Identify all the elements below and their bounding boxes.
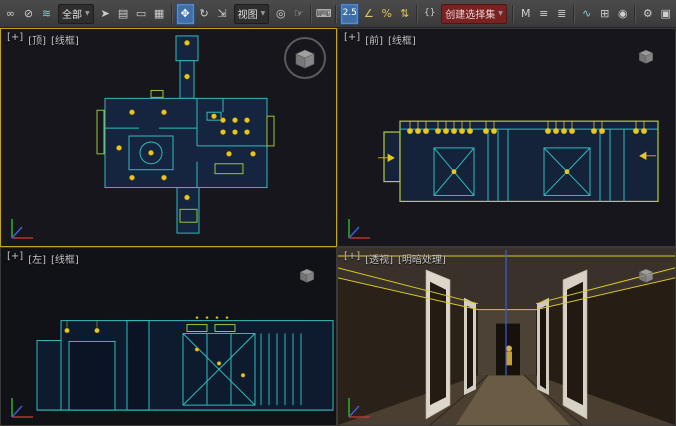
axis-tripod-icon — [342, 214, 376, 244]
viewport-label-bar: [+] [顶] [线框] — [7, 32, 79, 47]
mirror-icon[interactable]: M — [517, 4, 534, 24]
chevron-down-icon: ▼ — [85, 10, 90, 17]
viewport-label-bar: [+] [透视] [明暗处理] — [344, 251, 446, 266]
3d-app-window: ∞ ⊘ ≋ 全部 ▼ ➤ ▤ ▭ ▦ ✥ ↻ ⇲ 视图 ▼ ◎ ☞ ⌨ 2.5 … — [0, 0, 676, 425]
toolbar-separator — [634, 5, 636, 23]
select-object-icon[interactable]: ➤ — [97, 4, 114, 24]
spinner-snap-icon[interactable]: ⇅ — [396, 4, 413, 24]
selection-filter-dropdown[interactable]: 全部 ▼ — [58, 4, 94, 24]
snap-toggle-icon[interactable]: 2.5 — [340, 3, 359, 25]
front-view-wireframe-canvas[interactable] — [338, 29, 675, 246]
unlink-selection-icon[interactable]: ⊘ — [20, 4, 37, 24]
viewport-shading-label[interactable]: [线框] — [51, 251, 79, 266]
viewport-view-label[interactable]: [顶] — [28, 32, 46, 47]
viewport-menu-button[interactable]: [+] — [344, 32, 360, 47]
axis-tripod-icon — [5, 214, 39, 244]
viewport-view-label[interactable]: [前] — [365, 32, 383, 47]
viewport-menu-button[interactable]: [+] — [7, 32, 23, 47]
toolbar-separator — [512, 5, 514, 23]
toolbar-separator — [335, 5, 337, 23]
window-crossing-icon[interactable]: ▦ — [151, 4, 168, 24]
viewcube[interactable] — [629, 39, 663, 73]
curve-editor-icon[interactable]: ∿ — [578, 4, 595, 24]
reference-coordinate-dropdown[interactable]: 视图 ▼ — [234, 4, 270, 24]
reference-coordinate-value: 视图 — [238, 6, 258, 21]
select-and-scale-icon[interactable]: ⇲ — [214, 4, 231, 24]
perspective-shaded-canvas[interactable] — [338, 248, 675, 425]
align-icon[interactable]: ≡ — [535, 4, 552, 24]
selection-region-icon[interactable]: ▭ — [133, 4, 150, 24]
select-and-manipulate-icon[interactable]: ☞ — [290, 4, 307, 24]
viewport-grid: [+] [顶] [线框] — [0, 28, 676, 426]
viewcube[interactable] — [282, 35, 328, 81]
viewport-menu-button[interactable]: [+] — [7, 251, 23, 266]
toolbar-separator — [171, 5, 173, 23]
main-toolbar: ∞ ⊘ ≋ 全部 ▼ ➤ ▤ ▭ ▦ ✥ ↻ ⇲ 视图 ▼ ◎ ☞ ⌨ 2.5 … — [0, 0, 676, 28]
render-setup-icon[interactable]: ⚙ — [639, 4, 656, 24]
rendered-frame-window-icon[interactable]: ▣ — [657, 4, 674, 24]
select-and-move-icon[interactable]: ✥ — [176, 3, 195, 25]
viewcube[interactable] — [629, 258, 663, 292]
viewport-label-bar: [+] [前] [线框] — [344, 32, 416, 47]
percent-snap-icon[interactable]: % — [378, 4, 395, 24]
edit-named-selections-icon[interactable]: {} — [421, 4, 438, 24]
selection-filter-value: 全部 — [62, 6, 82, 21]
viewcube[interactable] — [290, 258, 324, 292]
toolbar-separator — [416, 5, 418, 23]
viewport-left-view[interactable]: [+] [左] [线框] — [0, 247, 337, 426]
layer-manager-icon[interactable]: ≣ — [553, 4, 570, 24]
toolbar-separator — [310, 5, 312, 23]
chevron-down-icon: ▼ — [498, 10, 503, 17]
viewport-view-label[interactable]: [透视] — [365, 251, 393, 266]
viewport-shading-label[interactable]: [线框] — [51, 32, 79, 47]
viewport-front-view[interactable]: [+] [前] [线框] — [337, 28, 676, 247]
left-view-wireframe-canvas[interactable] — [1, 248, 336, 425]
bind-to-space-warp-icon[interactable]: ≋ — [38, 4, 55, 24]
use-pivot-center-icon[interactable]: ◎ — [272, 4, 289, 24]
viewport-top-view[interactable]: [+] [顶] [线框] — [0, 28, 337, 247]
toolbar-separator — [573, 5, 575, 23]
viewport-shading-label[interactable]: [明暗处理] — [398, 251, 446, 266]
select-and-link-icon[interactable]: ∞ — [2, 4, 19, 24]
named-selection-dropdown[interactable]: 创建选择集 ▼ — [441, 4, 507, 24]
axis-tripod-icon — [342, 393, 376, 423]
viewport-perspective-view[interactable]: [+] [透视] [明暗处理] — [337, 247, 676, 426]
material-editor-icon[interactable]: ◉ — [614, 4, 631, 24]
axis-tripod-icon — [5, 393, 39, 423]
schematic-view-icon[interactable]: ⊞ — [596, 4, 613, 24]
angle-snap-icon[interactable]: ∠ — [360, 4, 377, 24]
select-and-rotate-icon[interactable]: ↻ — [196, 4, 213, 24]
viewport-view-label[interactable]: [左] — [28, 251, 46, 266]
viewport-label-bar: [+] [左] [线框] — [7, 251, 79, 266]
chevron-down-icon: ▼ — [261, 10, 266, 17]
named-selection-value: 创建选择集 — [445, 6, 495, 21]
viewport-shading-label[interactable]: [线框] — [388, 32, 416, 47]
select-by-name-icon[interactable]: ▤ — [115, 4, 132, 24]
viewport-menu-button[interactable]: [+] — [344, 251, 360, 266]
keyboard-override-icon[interactable]: ⌨ — [315, 4, 332, 24]
